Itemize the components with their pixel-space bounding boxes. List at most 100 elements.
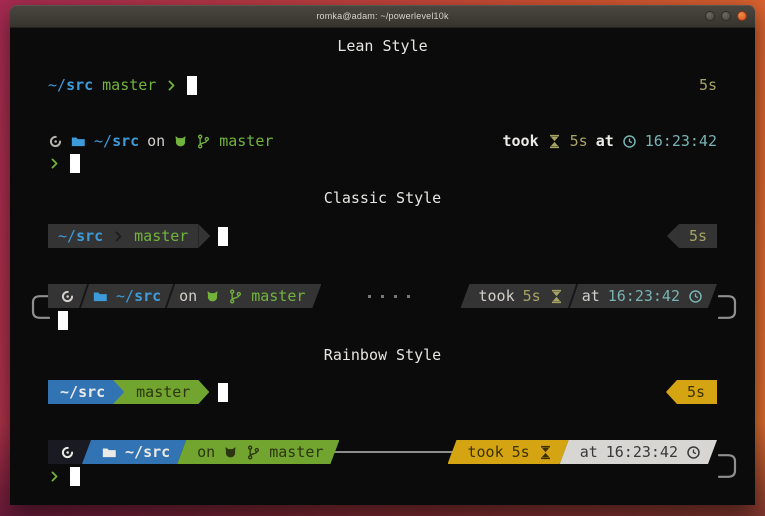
minimize-button[interactable] [705, 11, 715, 21]
clock-icon [688, 289, 703, 304]
current-directory: ~/src [94, 131, 139, 151]
classic-right-segment: 5s [667, 224, 717, 248]
lean-prompt-full: ~/src on master took 5s at 16:23:42 [48, 131, 717, 151]
git-branch: master [269, 442, 323, 462]
prompt-frame-bracket-right [718, 294, 738, 320]
octocat-icon [173, 134, 188, 149]
rainbow-duration-segment: 5s [666, 380, 717, 404]
chevron-right-icon [165, 79, 178, 92]
at-label: at [582, 286, 600, 306]
section-title: Rainbow Style [324, 345, 441, 365]
rainbow-branch-segment: on master [177, 440, 339, 464]
classic-prompt-full: ~/src on master took 5s at 16:23:42 [48, 284, 717, 308]
segment-separator [79, 284, 89, 308]
dir-prefix: ~/ [58, 226, 76, 246]
dir-name: src [112, 131, 139, 151]
os-logo-swirl-icon [60, 445, 75, 460]
hourglass-icon [538, 445, 553, 460]
text-cursor [70, 154, 80, 173]
took-label: took [468, 442, 504, 462]
window-controls [705, 5, 747, 27]
current-directory: ~/src [125, 442, 170, 462]
dir-name: src [143, 442, 170, 462]
dir-name: src [76, 226, 103, 246]
window-titlebar[interactable]: romka@adam: ~/powerlevel10k [10, 5, 755, 28]
octocat-icon [205, 289, 220, 304]
hourglass-icon [549, 289, 564, 304]
command-duration: 5s [570, 131, 588, 151]
command-duration: 5s [523, 286, 541, 306]
git-branch: master [251, 286, 305, 306]
segment-separator [568, 284, 578, 308]
current-directory: ~/src [116, 286, 161, 306]
rainbow-branch-segment: master [113, 380, 209, 404]
section-title: Lean Style [337, 36, 427, 56]
dir-name: src [66, 75, 93, 95]
section-title: Classic Style [324, 188, 441, 208]
text-cursor [70, 467, 80, 486]
clock-icon [622, 134, 637, 149]
gap-filler-line [334, 451, 452, 453]
classic-input-line [48, 308, 717, 332]
terminal-screen[interactable]: Lean Style ~/src master 5s ~/src on mast… [10, 36, 755, 513]
hourglass-icon [547, 134, 562, 149]
git-branch: master [136, 382, 190, 402]
octocat-icon [223, 445, 238, 460]
git-branch-icon [196, 134, 211, 149]
segment-separator-chevron-icon [112, 230, 125, 243]
on-label: on [179, 286, 197, 306]
rainbow-dir-segment: ~/src [82, 440, 186, 464]
powerline-arrow-icon [667, 224, 679, 248]
rainbow-duration-segment: took 5s [448, 440, 569, 464]
git-branch-icon [246, 445, 261, 460]
chevron-right-icon [48, 157, 61, 170]
text-cursor [218, 227, 228, 246]
close-button[interactable] [737, 11, 747, 21]
dir-name: src [78, 382, 105, 402]
current-directory: ~/src [58, 226, 103, 246]
current-time: 16:23:42 [608, 286, 680, 306]
text-cursor [58, 311, 68, 330]
prompt-right-side: took 5s at 16:23:42 [503, 131, 718, 151]
gap-filler-dots [321, 295, 460, 298]
text-cursor [218, 383, 228, 402]
classic-left-segment: ~/src master [48, 224, 198, 248]
open-folder-icon [102, 445, 117, 460]
current-directory: ~/src [60, 382, 105, 402]
segment-separator [165, 284, 175, 308]
took-label: took [479, 286, 515, 306]
prompt-frame-bracket-right [718, 453, 738, 479]
current-time: 16:23:42 [606, 442, 678, 462]
lean-style-heading: Lean Style [48, 36, 717, 56]
on-label: on [147, 131, 165, 151]
took-label: took [503, 131, 539, 151]
open-folder-icon [71, 134, 86, 149]
dir-name: src [134, 286, 161, 306]
dir-prefix: ~/ [116, 286, 134, 306]
rainbow-style-heading: Rainbow Style [48, 345, 717, 365]
at-label: at [596, 131, 614, 151]
rainbow-input-line [48, 464, 717, 488]
classic-prompt-simple: ~/src master 5s [48, 224, 717, 248]
classic-left-strip: ~/src on master [48, 284, 321, 308]
lean-input-line [48, 153, 717, 173]
window-title: romka@adam: ~/powerlevel10k [316, 11, 448, 21]
at-label: at [580, 442, 598, 462]
command-duration: 5s [687, 382, 705, 402]
git-branch: master [134, 226, 188, 246]
os-logo-swirl-icon [60, 289, 75, 304]
rainbow-dir-segment: ~/src [48, 380, 124, 404]
lean-prompt-simple: ~/src master 5s [48, 75, 717, 95]
classic-right-strip: took 5s at 16:23:42 [461, 284, 718, 308]
dir-prefix: ~/ [60, 382, 78, 402]
powerline-arrow-icon [198, 224, 210, 248]
rainbow-prompt-full: ~/src on master took 5s at 16:23:42 [48, 440, 717, 464]
maximize-button[interactable] [721, 11, 731, 21]
prompt-frame-bracket-left [30, 294, 50, 320]
on-label: on [197, 442, 215, 462]
chevron-right-icon [48, 470, 61, 483]
rainbow-time-segment: at 16:23:42 [560, 440, 717, 464]
git-branch-icon [228, 289, 243, 304]
dir-prefix: ~/ [94, 131, 112, 151]
command-duration: 5s [699, 75, 717, 95]
